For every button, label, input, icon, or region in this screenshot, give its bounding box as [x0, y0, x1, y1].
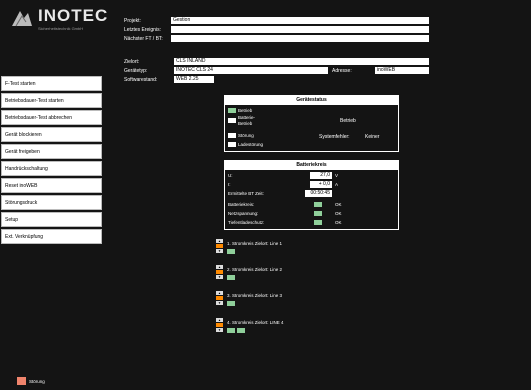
- ladestoerung-label: Ladestörung: [238, 142, 264, 147]
- circuit-2-label: 2. Stromkreis Zielort: Line 2: [227, 267, 283, 272]
- header-field-ereignis: [171, 26, 429, 33]
- circuit-1-led: [227, 249, 235, 254]
- spannung-label: U:: [228, 173, 233, 178]
- geraetestatus-title: Gerätestatus: [225, 96, 398, 105]
- header-label-projekt: Projekt:: [124, 18, 141, 24]
- menu-stoerungsdruck[interactable]: Störungsdruck: [1, 195, 102, 210]
- batteriekreis-panel: Batteriekreis U: 27,0 V I: + 0,0 A Ermit…: [224, 160, 399, 230]
- spannung-unit: V: [335, 173, 339, 178]
- batteriekreis-state-value: OK: [335, 202, 342, 207]
- batteriebetrieb-led: [228, 118, 236, 123]
- zielort-field: CLS INLAND: [174, 58, 429, 65]
- header-label-ftbt: Nächster FT / BT:: [124, 36, 163, 42]
- menu-handrueckschaltung[interactable]: Handrückschaltung: [1, 161, 102, 176]
- systemfehler-value: Keiner: [365, 134, 380, 140]
- circuit-2-down-button[interactable]: ▼: [216, 275, 223, 279]
- inotec-logo-icon: [12, 11, 32, 27]
- softwarestand-field: WEB 2.25: [174, 76, 214, 83]
- circuit-2-up-button[interactable]: ▲: [216, 265, 223, 269]
- menu-bt-test-abbrechen[interactable]: Betriebsdauer-Test abbrechen: [1, 110, 102, 125]
- stoerung-label: Störung: [238, 133, 254, 138]
- batteriekreis-state-label: Batteriekreis:: [228, 202, 255, 207]
- systemfehler-label: Systemfehler:: [319, 134, 350, 140]
- circuit-3-toggle-button[interactable]: [216, 296, 223, 300]
- softwarestand-label: Softwarestand:: [124, 77, 158, 83]
- circuit-1-toggle-button[interactable]: [216, 244, 223, 248]
- batteriebetrieb-label: Batterie-Betrieb: [238, 115, 256, 126]
- stoerung-status-icon: [17, 377, 26, 385]
- menu-setup[interactable]: Setup: [1, 212, 102, 227]
- header-label-ereignis: Letztes Ereignis:: [124, 27, 161, 33]
- menu-geraet-freigeben[interactable]: Gerät freigeben: [1, 144, 102, 159]
- menu-bt-test-starten[interactable]: Betriebsdauer-Test starten: [1, 93, 102, 108]
- circuit-4-up-button[interactable]: ▲: [216, 318, 223, 322]
- zielort-label: Zielort:: [124, 59, 140, 65]
- bt-zeit-value: 00:50:45: [305, 190, 332, 197]
- circuit-4-toggle-button[interactable]: [216, 323, 223, 327]
- circuit-3-led: [227, 301, 235, 306]
- circuit-1-up-button[interactable]: ▲: [216, 239, 223, 243]
- ladestoerung-led: [228, 142, 236, 147]
- circuit-3-label: 3. Stromkreis Zielort: Line 3: [227, 293, 283, 298]
- status-value: Betrieb: [340, 118, 356, 124]
- logo: INOTEC Sicherheitstechnik GmbH: [10, 6, 109, 48]
- menu-geraet-blockieren[interactable]: Gerät blockieren: [1, 127, 102, 142]
- circuit-4-led-a: [227, 328, 235, 333]
- geraetetyp-label: Gerätetyp:: [124, 68, 148, 74]
- spannung-value: 27,0: [310, 172, 332, 179]
- tiefentladeschutz-led: [314, 220, 322, 225]
- circuit-4-label: 4. Stromkreis Zielort: LINE 4: [227, 320, 284, 325]
- betrieb-label: Betrieb: [238, 108, 253, 113]
- strom-unit: A: [335, 182, 339, 187]
- circuit-2-led: [227, 275, 235, 280]
- batteriekreis-state-led: [314, 202, 322, 207]
- circuit-1-down-button[interactable]: ▼: [216, 249, 223, 253]
- menu-reset-inoweb[interactable]: Reset inoWEB: [1, 178, 102, 193]
- menu-f-test-starten[interactable]: F-Test starten: [1, 76, 102, 91]
- geraetestatus-panel: Gerätestatus Betrieb Batterie-Betrieb St…: [224, 95, 399, 152]
- circuit-3-controls: ▲ ▼: [216, 291, 223, 306]
- circuit-1-label: 1. Stromkreis Zielort: Line 1: [227, 241, 283, 246]
- netzspannung-led: [314, 211, 322, 216]
- logo-subtitle: Sicherheitstechnik GmbH: [38, 26, 84, 31]
- stoerung-status-label: Störung: [29, 379, 45, 384]
- tiefentladeschutz-label: Tiefentladeschutz:: [228, 220, 265, 225]
- betrieb-led: [228, 108, 236, 113]
- menu-ext-verknuepfung[interactable]: Ext. Verknüpfung: [1, 229, 102, 244]
- circuit-1-controls: ▲ ▼: [216, 239, 223, 254]
- circuit-4-led-b: [237, 328, 245, 333]
- bt-zeit-label: Ermittelte BT Zeit:: [228, 191, 264, 196]
- circuit-3-up-button[interactable]: ▲: [216, 291, 223, 295]
- header-field-projekt: Gestion: [171, 17, 429, 24]
- strom-value: + 0,0: [310, 181, 332, 188]
- circuit-4-down-button[interactable]: ▼: [216, 328, 223, 332]
- circuit-2-controls: ▲ ▼: [216, 265, 223, 280]
- circuit-3-down-button[interactable]: ▼: [216, 301, 223, 305]
- tiefentladeschutz-value: OK: [335, 220, 342, 225]
- circuit-2-toggle-button[interactable]: [216, 270, 223, 274]
- netzspannung-value: OK: [335, 211, 342, 216]
- batteriekreis-title: Batteriekreis: [225, 161, 398, 170]
- logo-text: INOTEC: [38, 6, 109, 25]
- netzspannung-label: Netzspannung:: [228, 211, 259, 216]
- strom-label: I:: [228, 182, 231, 187]
- adresse-field: inoWEB: [375, 67, 429, 74]
- header-field-ftbt: [171, 35, 429, 42]
- circuit-4-controls: ▲ ▼: [216, 318, 223, 333]
- geraetetyp-field: INOTEC CLS 24: [174, 67, 328, 74]
- adresse-label: Adresse:: [332, 68, 352, 74]
- stoerung-led: [228, 133, 236, 138]
